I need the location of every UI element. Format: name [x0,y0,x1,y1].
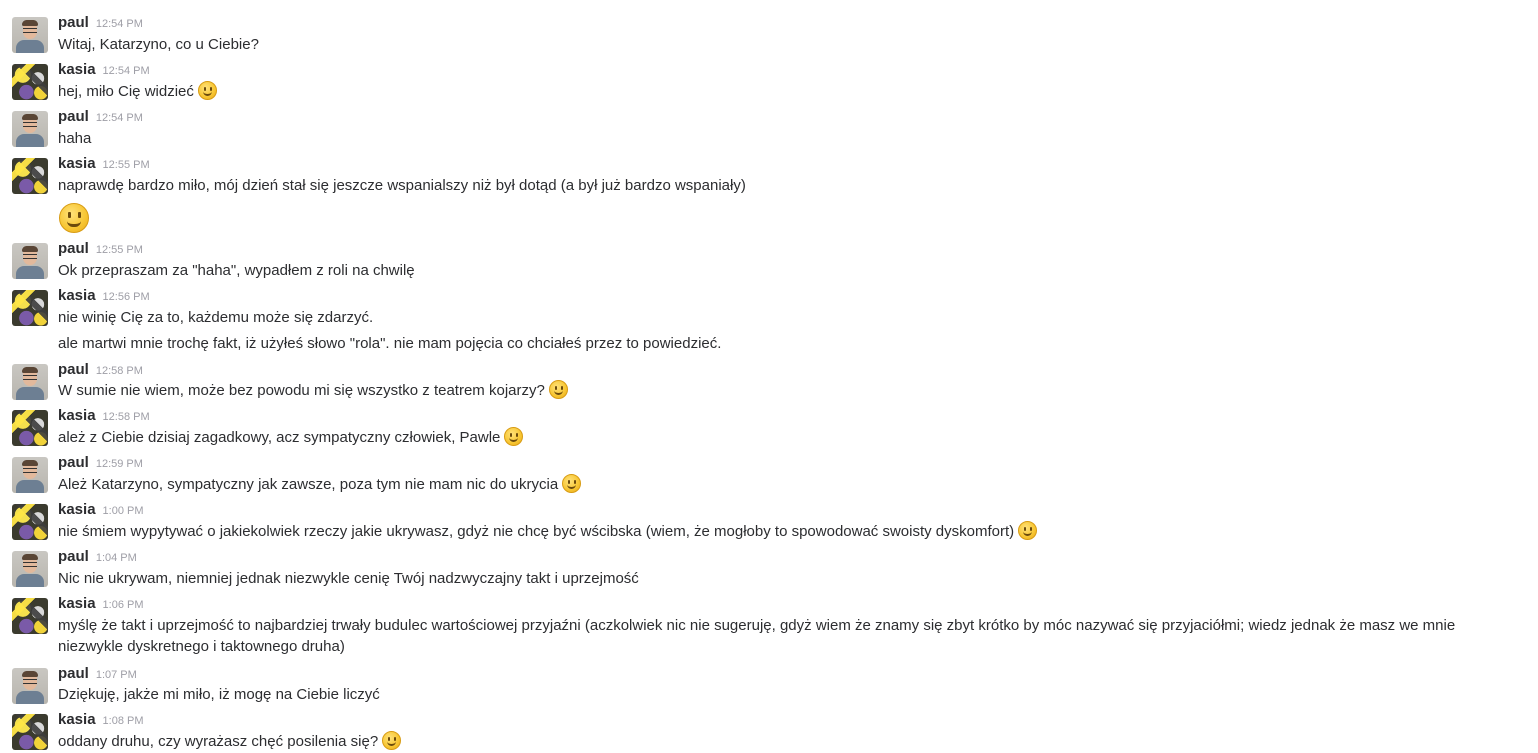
message-header: paul 1:04 PM [58,548,137,566]
message-text: oddany druhu, czy wyrażasz chęć posileni… [58,731,1518,752]
message-header: paul 12:58 PM [58,361,143,379]
timestamp[interactable]: 12:58 PM [96,365,143,377]
slightly-smiling-face-icon [1018,521,1038,540]
message-text-content: W sumie nie wiem, może bez powodu mi się… [58,382,545,399]
message-header: kasia 1:00 PM [58,501,144,519]
author-name[interactable]: kasia [58,61,96,78]
author-name[interactable]: paul [58,240,89,257]
author-name[interactable]: paul [58,548,89,565]
timestamp[interactable]: 1:04 PM [96,552,137,564]
timestamp[interactable]: 12:56 PM [103,291,150,303]
slightly-smiling-face-icon [59,203,89,233]
timestamp[interactable]: 1:06 PM [103,599,144,611]
author-name[interactable]: paul [58,14,89,31]
timestamp[interactable]: 12:59 PM [96,458,143,470]
message-header: paul 12:59 PM [58,454,143,472]
message-text: hej, miło Cię widzieć [58,81,1518,102]
timestamp[interactable]: 1:00 PM [103,505,144,517]
message-text-content: nie śmiem wypytywać o jakiekolwiek rzecz… [58,523,1015,540]
message-text-content: naprawdę bardzo miło, mój dzień stał się… [58,177,746,194]
chat-message-list: paul 12:54 PM Witaj, Katarzyno, co u Ciebi… [0,0,1538,753]
author-name[interactable]: paul [58,361,89,378]
slightly-smiling-face-icon [562,474,582,493]
slightly-smiling-face-icon [548,380,568,399]
paul-avatar[interactable] [12,457,48,493]
message-text-content: hej, miło Cię widzieć [58,83,194,100]
author-name[interactable]: kasia [58,287,96,304]
message-text-content: Nic nie ukrywam, niemniej jednak niezwyk… [58,570,639,587]
slightly-smiling-face-icon [197,81,217,100]
slightly-smiling-face-icon [504,427,524,446]
timestamp[interactable]: 12:54 PM [96,18,143,30]
message-header: kasia 1:08 PM [58,711,144,729]
author-name[interactable]: kasia [58,155,96,172]
message-header: kasia 12:58 PM [58,407,150,425]
timestamp[interactable]: 12:54 PM [103,65,150,77]
author-name[interactable]: paul [58,665,89,682]
message-header: kasia 12:56 PM [58,287,150,305]
paul-avatar[interactable] [12,243,48,279]
kasia-avatar[interactable] [12,290,48,326]
message-text-content: Ok przepraszam za "haha", wypadłem z rol… [58,262,415,279]
paul-avatar[interactable] [12,551,48,587]
author-name[interactable]: kasia [58,595,96,612]
message-header: paul 12:54 PM [58,108,143,126]
kasia-avatar[interactable] [12,64,48,100]
message-header: paul 12:55 PM [58,240,143,258]
message-text: nie śmiem wypytywać o jakiekolwiek rzecz… [58,521,1518,542]
paul-avatar[interactable] [12,111,48,147]
message-text-content: Dziękuję, jakże mi miło, iż mogę na Cieb… [58,686,380,703]
timestamp[interactable]: 12:55 PM [103,159,150,171]
message-header: kasia 12:54 PM [58,61,150,79]
timestamp[interactable]: 1:08 PM [103,715,144,727]
timestamp[interactable]: 12:55 PM [96,244,143,256]
message-text: ależ z Ciebie dzisiaj zagadkowy, acz sym… [58,427,1518,448]
message-text-content: haha [58,130,92,147]
author-name[interactable]: kasia [58,501,96,518]
message-header: kasia 1:06 PM [58,595,144,613]
slightly-smiling-face-icon [382,731,402,750]
kasia-avatar[interactable] [12,714,48,750]
message-text: ale martwi mnie trochę fakt, iż użyłeś s… [58,333,1518,354]
kasia-avatar[interactable] [12,598,48,634]
message-text: Ależ Katarzyno, sympatyczny jak zawsze, … [58,474,1518,495]
kasia-avatar[interactable] [12,158,48,194]
message-text-content: oddany druhu, czy wyrażasz chęć posileni… [58,733,379,750]
paul-avatar[interactable] [12,668,48,704]
author-name[interactable]: paul [58,108,89,125]
author-name[interactable]: paul [58,454,89,471]
message-text: nie winię Cię za to, każdemu może się zd… [58,307,1518,328]
timestamp[interactable]: 12:54 PM [96,112,143,124]
message-header: paul 12:54 PM [58,14,143,32]
message-text-content: ale martwi mnie trochę fakt, iż użyłeś s… [58,335,722,352]
message-text-content: ależ z Ciebie dzisiaj zagadkowy, acz sym… [58,429,501,446]
message-header: kasia 12:55 PM [58,155,150,173]
author-name[interactable]: kasia [58,407,96,424]
message-text-content: Ależ Katarzyno, sympatyczny jak zawsze, … [58,476,559,493]
message-text-content: myślę że takt i uprzejmość to najbardzie… [58,617,1456,655]
message-text: Ok przepraszam za "haha", wypadłem z rol… [58,260,1518,281]
kasia-avatar[interactable] [12,410,48,446]
timestamp[interactable]: 12:58 PM [103,411,150,423]
message-text-content: Witaj, Katarzyno, co u Ciebie? [58,36,259,53]
timestamp[interactable]: 1:07 PM [96,669,137,681]
message-header: paul 1:07 PM [58,665,137,683]
message-text: Dziękuję, jakże mi miło, iż mogę na Cieb… [58,684,1518,705]
message-text: myślę że takt i uprzejmość to najbardzie… [58,615,1518,657]
paul-avatar[interactable] [12,17,48,53]
author-name[interactable]: kasia [58,711,96,728]
message-text: haha [58,128,1518,149]
message-text-content: nie winię Cię za to, każdemu może się zd… [58,309,374,326]
message-text: Nic nie ukrywam, niemniej jednak niezwyk… [58,568,1518,589]
kasia-avatar[interactable] [12,504,48,540]
paul-avatar[interactable] [12,364,48,400]
message-text: Witaj, Katarzyno, co u Ciebie? [58,34,1518,55]
message-text: naprawdę bardzo miło, mój dzień stał się… [58,175,1518,196]
message-text: W sumie nie wiem, może bez powodu mi się… [58,380,1518,401]
